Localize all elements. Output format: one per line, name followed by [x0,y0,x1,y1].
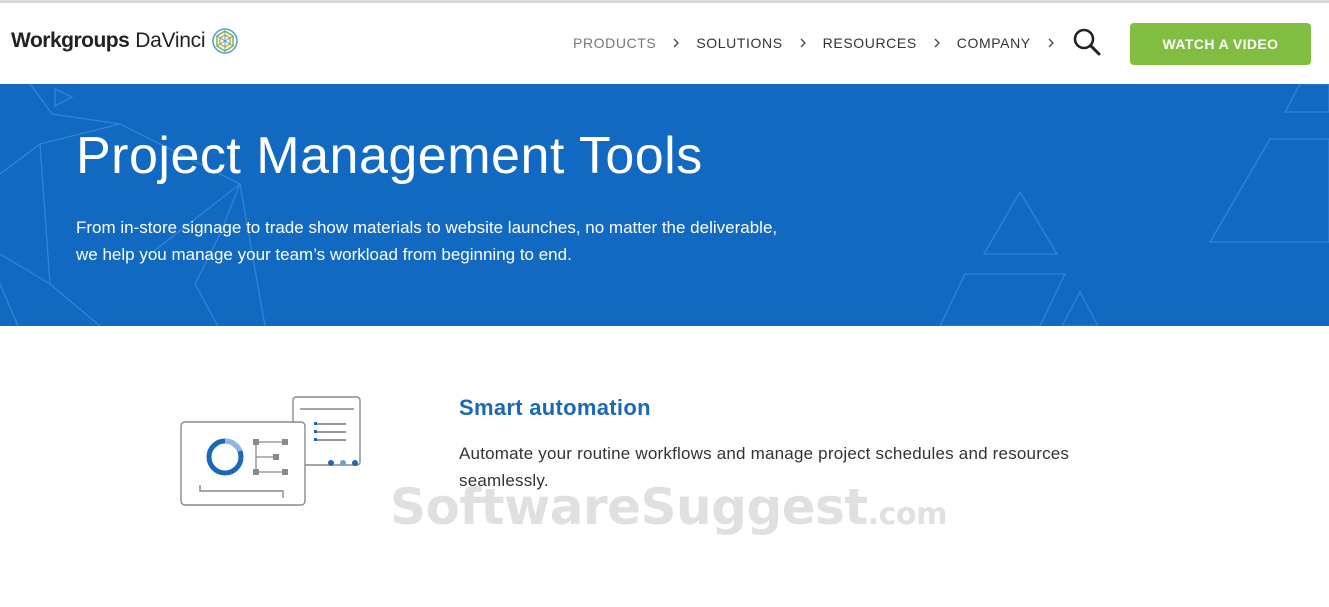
chevron-right-icon [1048,38,1054,48]
watch-video-button[interactable]: WATCH A VIDEO [1130,23,1311,65]
main-navigation: PRODUCTS SOLUTIONS RESOURCES COMPANY [573,35,1071,51]
brand-name-strong: Workgroups [11,29,130,52]
workflow-automation-icon [180,396,361,506]
nav-item-resources[interactable]: RESOURCES [823,35,941,51]
geodesic-sphere-icon [212,28,238,54]
watermark-suffix: .com [867,497,948,532]
watermark: SoftwareSuggest.com [390,478,947,536]
hero-background-pattern [0,84,1329,326]
nav-label: SOLUTIONS [696,35,783,51]
hero-banner: Project Management Tools From in-store s… [0,84,1329,326]
hero-subtitle: From in-store signage to trade show mate… [76,218,778,264]
brand-name-light: DaVinci [135,29,206,52]
chevron-right-icon [800,38,806,48]
feature-title: Smart automation [459,395,651,420]
site-header: Workgroups DaVinci PRODUCTS SOLUTIONS RE… [0,3,1329,84]
nav-label: PRODUCTS [573,35,657,51]
nav-item-company[interactable]: COMPANY [957,35,1055,51]
nav-item-products[interactable]: PRODUCTS [573,35,680,51]
chevron-right-icon [934,38,940,48]
watermark-text: SoftwareSuggest [390,478,868,536]
nav-item-solutions[interactable]: SOLUTIONS [696,35,806,51]
page: Workgroups DaVinci PRODUCTS SOLUTIONS RE… [0,0,1329,607]
chevron-right-icon [673,38,680,48]
nav-label: RESOURCES [822,35,917,51]
nav-label: COMPANY [956,35,1031,51]
search-icon[interactable] [1072,27,1102,57]
page-title: Project Management Tools [76,127,703,185]
brand-logo[interactable]: Workgroups DaVinci [11,27,239,55]
